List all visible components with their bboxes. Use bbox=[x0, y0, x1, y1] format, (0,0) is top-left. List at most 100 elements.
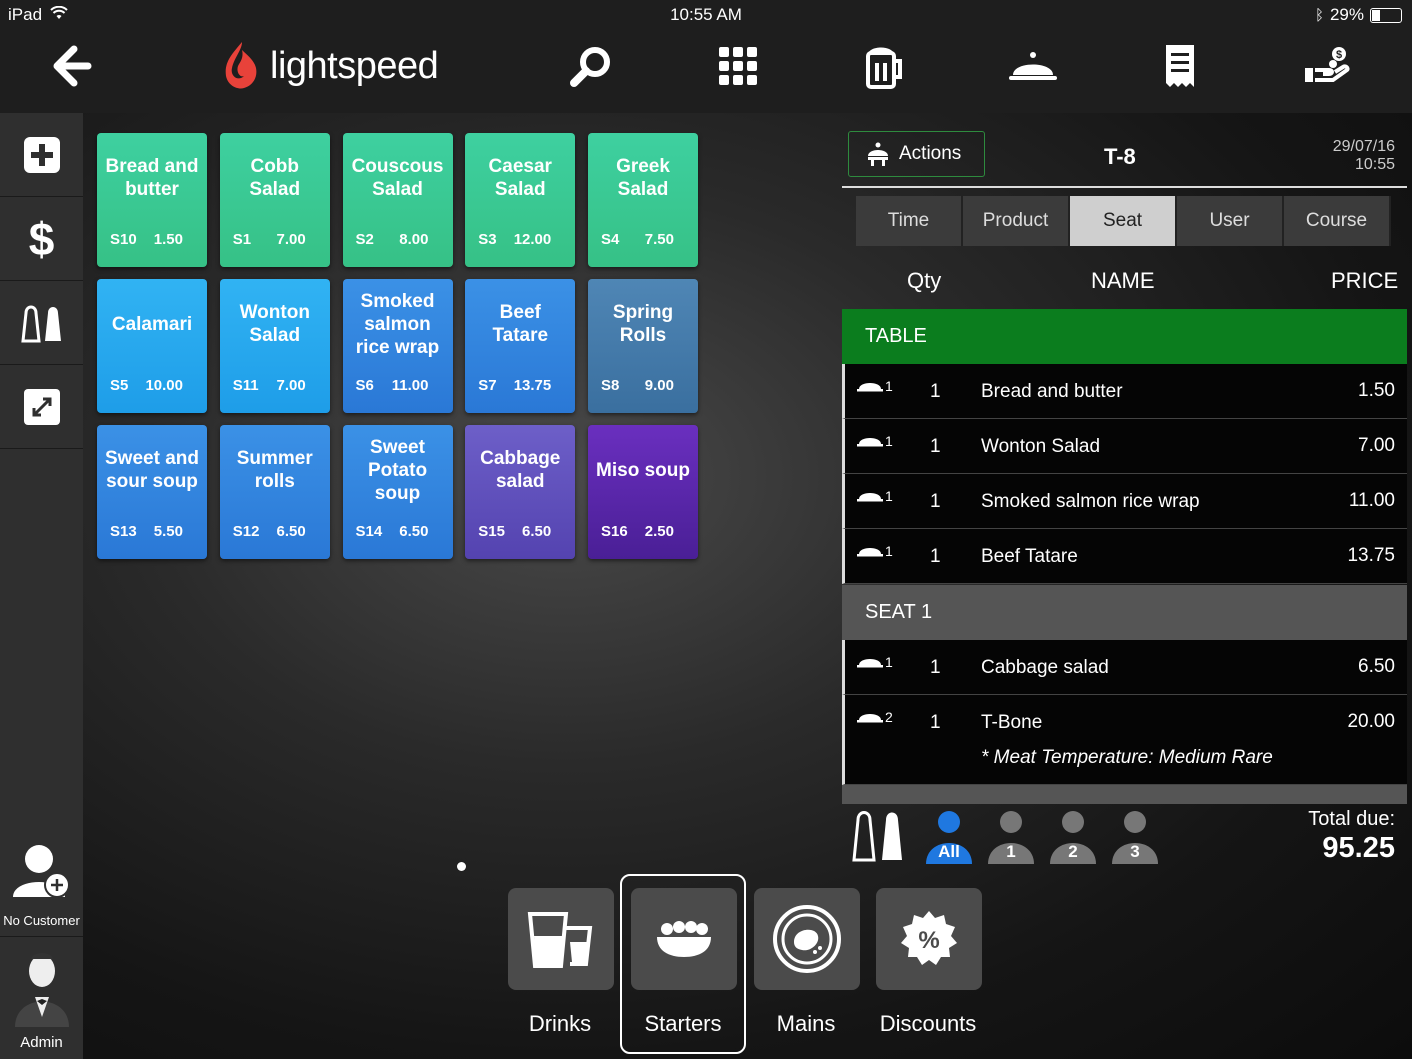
product-price: 2.50 bbox=[644, 523, 674, 540]
product-tile[interactable]: Bread and butter S10 1.50 bbox=[97, 133, 207, 267]
line-qty: 1 bbox=[930, 712, 941, 733]
cloche-icon[interactable] bbox=[998, 36, 1068, 96]
course-number: 2 bbox=[885, 709, 893, 725]
seat-label: All bbox=[938, 842, 960, 861]
actions-button[interactable]: Actions bbox=[848, 131, 985, 177]
product-price: 11.00 bbox=[391, 377, 429, 394]
product-name: Wonton Salad bbox=[239, 302, 310, 346]
customer-button[interactable]: No Customer bbox=[0, 831, 83, 937]
product-name: Beef Tatare bbox=[492, 302, 549, 346]
category-label-discounts: Discounts bbox=[879, 1011, 977, 1036]
order-line[interactable]: 1 1 Beef Tatare 13.75 bbox=[842, 529, 1407, 584]
product-tile[interactable]: Miso soup S16 2.50 bbox=[588, 425, 698, 559]
svg-text:$: $ bbox=[1336, 49, 1342, 61]
order-line[interactable]: 1 1 Bread and butter 1.50 bbox=[842, 364, 1407, 419]
product-tile[interactable]: Caesar Salad S3 12.00 bbox=[465, 133, 576, 267]
dollar-icon: $ bbox=[28, 212, 55, 265]
line-price: 6.50 bbox=[1358, 656, 1395, 677]
tip-hand-icon[interactable]: $ bbox=[1292, 36, 1362, 96]
battery-icon bbox=[1370, 7, 1402, 23]
product-name: Smoked salmon rice wrap bbox=[355, 290, 440, 358]
product-tile[interactable]: Sweet and sour soup S13 5.50 bbox=[97, 425, 207, 559]
seat-button[interactable]: 3 bbox=[1110, 808, 1160, 864]
product-price: 10.00 bbox=[145, 377, 183, 394]
line-qty: 1 bbox=[930, 491, 941, 512]
product-code: S14 bbox=[355, 523, 383, 540]
product-tile[interactable]: Greek Salad S4 7.50 bbox=[588, 133, 698, 267]
back-arrow-icon[interactable] bbox=[36, 36, 106, 96]
product-name: Sweet Potato soup bbox=[367, 436, 428, 504]
order-line[interactable]: 1 1 Wonton Salad 7.00 bbox=[842, 419, 1407, 474]
product-name: Cobb Salad bbox=[249, 156, 301, 200]
section-seat-2: SEAT 2 bbox=[842, 785, 1407, 804]
battery-fill bbox=[1372, 9, 1380, 21]
category-mains[interactable] bbox=[754, 888, 860, 990]
order-line[interactable]: 1 1 Cabbage salad 6.50 bbox=[842, 640, 1407, 695]
salt-pepper-button[interactable] bbox=[0, 281, 83, 365]
order-line[interactable]: 2 1 T-Bone 20.00 * Meat Temperature: Medium … bbox=[842, 695, 1407, 785]
product-code: S11 bbox=[232, 377, 259, 394]
category-drinks[interactable] bbox=[508, 888, 614, 990]
tab-product[interactable]: Product bbox=[963, 196, 1070, 246]
product-price: 9.00 bbox=[644, 377, 674, 394]
seat-button[interactable]: 2 bbox=[1048, 808, 1098, 864]
product-tile[interactable]: Cobb Salad S1 7.00 bbox=[219, 133, 330, 267]
course-cloche-icon bbox=[857, 659, 883, 668]
line-name: Smoked salmon rice wrap bbox=[981, 491, 1200, 512]
tab-time[interactable]: Time bbox=[856, 196, 963, 246]
product-tile[interactable]: Wonton Salad S11 7.00 bbox=[219, 279, 330, 413]
line-name: Wonton Salad bbox=[981, 436, 1101, 457]
product-tile[interactable]: Calamari S5 10.00 bbox=[97, 279, 207, 413]
add-button[interactable] bbox=[0, 113, 83, 197]
product-tile[interactable]: Summer rolls S12 6.50 bbox=[219, 425, 330, 559]
product-name: Calamari bbox=[111, 313, 193, 335]
category-label-starters: Starters bbox=[644, 1011, 722, 1036]
order-line[interactable]: 1 1 Smoked salmon rice wrap 11.00 bbox=[842, 474, 1407, 529]
category-discounts[interactable]: % bbox=[876, 888, 982, 990]
tab-seat[interactable]: Seat bbox=[1070, 196, 1177, 246]
product-tile[interactable]: Beef Tatare S7 13.75 bbox=[465, 279, 576, 413]
seat-button[interactable]: All bbox=[924, 808, 974, 864]
grid-icon[interactable] bbox=[703, 36, 773, 96]
product-code: S6 bbox=[355, 377, 374, 394]
seat-button[interactable]: 1 bbox=[986, 808, 1036, 864]
product-price: 7.00 bbox=[276, 231, 306, 248]
name-header: NAME bbox=[1091, 268, 1155, 293]
tab-user[interactable]: User bbox=[1177, 196, 1284, 246]
line-qty: 1 bbox=[930, 657, 941, 678]
user-label: Admin bbox=[20, 1034, 63, 1051]
product-tile[interactable]: Couscous Salad S2 8.00 bbox=[342, 133, 453, 267]
order-list[interactable]: TABLE 1 1 Bread and butter 1.50 1 1 Wonton Sala… bbox=[842, 309, 1412, 804]
search-icon[interactable] bbox=[556, 36, 626, 96]
line-name: Cabbage salad bbox=[981, 657, 1109, 678]
plus-icon bbox=[23, 136, 60, 173]
salad-bowl-icon bbox=[657, 921, 711, 957]
user-button[interactable]: Admin bbox=[0, 943, 83, 1059]
beer-icon[interactable] bbox=[850, 36, 920, 96]
course-indicator: 1 bbox=[857, 654, 893, 670]
waiter-avatar-icon bbox=[15, 953, 69, 1027]
product-name: Greek Salad bbox=[616, 156, 670, 200]
seat-label: 3 bbox=[1130, 842, 1140, 861]
category-starters[interactable] bbox=[631, 888, 737, 990]
product-price: 7.00 bbox=[276, 377, 306, 394]
add-customer-icon bbox=[13, 845, 70, 898]
tab-course[interactable]: Course bbox=[1284, 196, 1391, 246]
product-tile[interactable]: Sweet Potato soup S14 6.50 bbox=[342, 425, 453, 559]
product-tile[interactable]: Spring Rolls S8 9.00 bbox=[588, 279, 698, 413]
product-tile[interactable]: Smoked salmon rice wrap S6 11.00 bbox=[342, 279, 453, 413]
fullscreen-button[interactable] bbox=[0, 365, 83, 449]
course-indicator: 1 bbox=[857, 543, 893, 559]
expand-icon bbox=[23, 388, 60, 425]
course-cloche-icon bbox=[857, 493, 883, 502]
salt-pepper-seat-icon[interactable] bbox=[850, 808, 912, 864]
product-code: S7 bbox=[478, 377, 497, 394]
total-label: Total due: bbox=[1308, 808, 1395, 830]
product-tile[interactable]: Cabbage salad S15 6.50 bbox=[465, 425, 576, 559]
course-indicator: 1 bbox=[857, 488, 893, 504]
course-number: 1 bbox=[885, 488, 893, 504]
product-name: Couscous Salad bbox=[351, 156, 444, 200]
payment-button[interactable]: $ bbox=[0, 197, 83, 281]
section-table: TABLE bbox=[842, 309, 1407, 364]
receipt-icon[interactable] bbox=[1145, 36, 1215, 96]
